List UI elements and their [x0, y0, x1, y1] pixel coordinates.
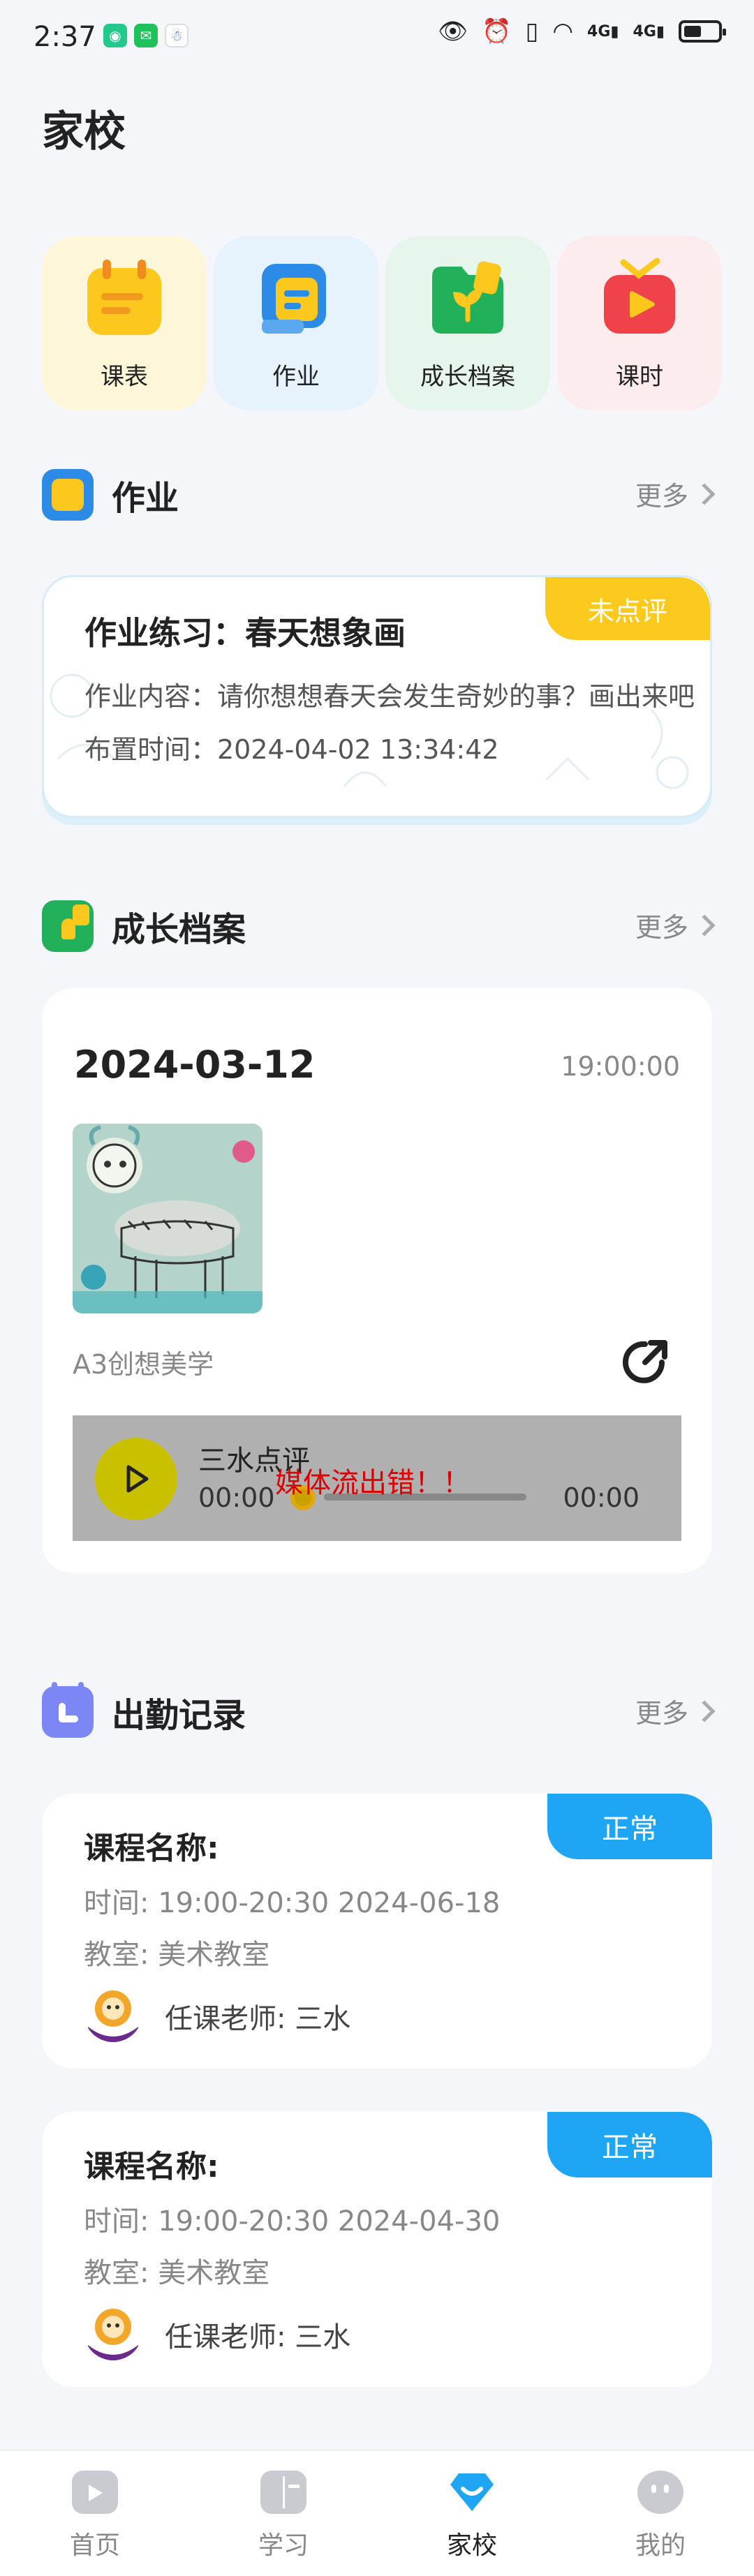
wechat-icon: ✉	[134, 24, 158, 47]
course-name: A3创想美学	[73, 1349, 214, 1380]
section-title: 出勤记录	[112, 1696, 246, 1735]
teacher-avatar	[84, 2302, 142, 2360]
section-title: 成长档案	[112, 910, 246, 949]
review-status-badge: 未点评	[545, 577, 710, 640]
growth-more-link[interactable]: 更多	[635, 906, 716, 944]
homework-icon	[255, 257, 337, 339]
artwork-thumbnail[interactable]	[73, 1124, 263, 1313]
more-label: 更多	[635, 1698, 688, 1729]
play-icon	[126, 1465, 149, 1493]
duration-time: 00:00	[563, 1482, 640, 1513]
system-icons: 👁 ⏰ ▯ ◠ 4G▮ 4G▮	[438, 17, 726, 45]
quick-nav-label: 成长档案	[420, 363, 515, 391]
app-badge-icon: ☃	[165, 24, 188, 47]
quick-nav-growth[interactable]: 成长档案	[385, 236, 550, 410]
status-time: 2:37	[34, 21, 96, 53]
growth-section-header: 成长档案	[42, 900, 246, 952]
audio-player: 三水点评 00:00 00:00 媒体流出错！！	[73, 1415, 681, 1541]
current-time: 00:00	[198, 1482, 275, 1513]
study-icon	[260, 2471, 306, 2514]
quick-nav-homework[interactable]: 作业	[214, 236, 378, 410]
growth-folder-icon	[427, 257, 509, 339]
nav-profile[interactable]: 我的	[591, 2471, 730, 2561]
quick-nav-lessons[interactable]: 课时	[557, 236, 722, 410]
chevron-right-icon	[693, 482, 716, 505]
class-time: 时间: 19:00-20:30 2024-06-18	[84, 1887, 501, 1919]
alarm-icon: ⏰	[482, 17, 512, 45]
chevron-right-icon	[693, 914, 716, 937]
homework-more-link[interactable]: 更多	[635, 475, 716, 513]
nav-label: 学习	[258, 2531, 309, 2560]
record-time: 19:00:00	[561, 1051, 680, 1082]
nav-label: 家校	[446, 2531, 497, 2560]
eye-icon: 👁	[438, 17, 468, 45]
attendance-more-link[interactable]: 更多	[635, 1692, 716, 1730]
nav-label: 首页	[69, 2531, 120, 2560]
attendance-section-icon	[42, 1682, 94, 1738]
quick-nav-schedule[interactable]: 课表	[42, 236, 207, 410]
chevron-right-icon	[693, 1699, 716, 1722]
classroom: 教室: 美术教室	[84, 2257, 270, 2289]
attendance-status-badge: 正常	[547, 2112, 712, 2177]
teacher-avatar	[84, 1983, 142, 2042]
homework-assigned-time: 布置时间：2024-04-02 13:34:42	[84, 734, 499, 765]
media-error-message: 媒体流出错！！	[275, 1467, 471, 1499]
course-name-label: 课程名称:	[84, 1831, 219, 1866]
quick-nav-label: 课时	[616, 363, 663, 391]
notification-icons: ◉ ✉ ☃	[103, 24, 188, 47]
course-name-label: 课程名称:	[84, 2149, 219, 2184]
page-title: 家校	[42, 107, 126, 156]
signal-icon: 4G▮	[587, 22, 619, 40]
vibrate-icon: ▯	[525, 17, 539, 45]
attendance-record-card[interactable]: 正常 课程名称: 时间: 19:00-20:30 2024-04-30 教室: …	[42, 2112, 712, 2387]
homework-section-icon	[42, 469, 94, 521]
class-time: 时间: 19:00-20:30 2024-04-30	[84, 2205, 501, 2238]
bottom-navigation: 首页 学习 家校 我的	[0, 2450, 754, 2576]
quick-nav-label: 课表	[101, 363, 148, 391]
homework-content: 作业内容：请你想想春天会发生奇妙的事？画出来吧	[84, 681, 695, 712]
play-button[interactable]	[95, 1438, 177, 1520]
battery-icon	[679, 20, 726, 43]
more-label: 更多	[635, 481, 688, 512]
nav-study[interactable]: 学习	[214, 2471, 353, 2561]
status-bar: 2:37 ◉ ✉ ☃ 👁 ⏰ ▯ ◠ 4G▮ 4G▮	[0, 0, 754, 77]
nav-home[interactable]: 首页	[25, 2471, 165, 2561]
calendar-icon	[83, 257, 165, 339]
home-school-icon	[450, 2473, 494, 2511]
signal-icon-2: 4G▮	[633, 22, 665, 40]
attendance-record-card[interactable]: 正常 课程名称: 时间: 19:00-20:30 2024-06-18 教室: …	[42, 1794, 712, 2069]
more-label: 更多	[635, 912, 688, 943]
attendance-status-badge: 正常	[547, 1794, 712, 1859]
attendance-section-header: 出勤记录	[42, 1682, 246, 1738]
record-date: 2024-03-12	[74, 1043, 316, 1087]
nav-label: 我的	[635, 2531, 686, 2560]
quick-nav-label: 作业	[272, 363, 320, 391]
growth-record-card[interactable]: 2024-03-12 19:00:00 A3创想美学 三水点评 00:00 00…	[42, 988, 712, 1573]
homework-section-header: 作业	[42, 469, 179, 521]
homework-card[interactable]: 未点评 作业练习：春天想象画 作业内容：请你想想春天会发生奇妙的事？画出来吧 布…	[42, 575, 712, 818]
app-notification-icon: ◉	[103, 24, 127, 47]
section-title: 作业	[112, 479, 179, 518]
classroom: 教室: 美术教室	[84, 1939, 270, 1971]
profile-icon	[637, 2471, 683, 2514]
share-icon[interactable]	[617, 1334, 673, 1390]
growth-section-icon	[42, 900, 94, 952]
homework-title: 作业练习：春天想象画	[84, 614, 406, 652]
tv-icon	[598, 257, 681, 339]
teacher-name: 任课老师: 三水	[165, 2003, 351, 2035]
home-tv-icon	[72, 2471, 118, 2514]
teacher-name: 任课老师: 三水	[165, 2321, 351, 2353]
wifi-icon: ◠	[552, 17, 574, 45]
nav-home-school[interactable]: 家校	[402, 2471, 542, 2561]
